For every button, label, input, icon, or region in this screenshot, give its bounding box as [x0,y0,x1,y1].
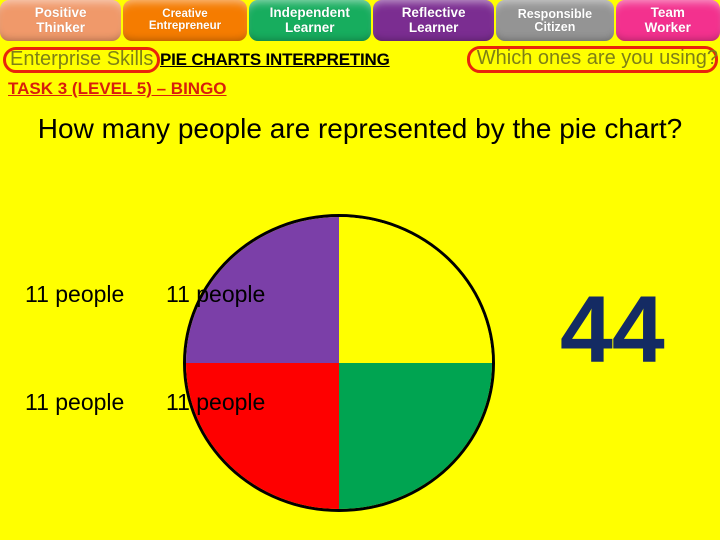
skill-button-label-line2: Worker [644,19,691,35]
skill-button-label-line1: Creative [162,7,208,20]
pie-slice-label-top-right: 11 people [166,281,266,307]
skill-button-label-line1: Reflective [401,5,466,21]
skill-button-responsible-citizen[interactable]: Responsible Citizen [496,0,614,41]
skill-button-positive-thinker[interactable]: Positive Thinker [0,0,122,41]
pie-slice-label-bottom-right: 11 people [166,389,266,415]
pie-slice-bottom-left [186,363,339,509]
pie-slice-top-right [339,217,492,363]
skill-button-label-line1: Independent [269,5,350,21]
page-title: PIE CHARTS INTERPRETING [160,50,390,69]
pie-slice-label-bottom-left: 11 people [25,389,125,415]
task-label: TASK 3 (LEVEL 5) – BINGO [8,79,227,98]
skill-button-label-line1: Positive [34,5,87,21]
skill-button-label-line2: Entrepreneur [148,19,222,32]
prompt-label: Which ones are you using? [476,47,718,69]
skill-button-team-worker[interactable]: Team Worker [615,0,720,41]
skill-button-label-line2: Learner [285,19,335,35]
pie-slice-bottom-right [339,363,492,509]
skill-button-label-line1: Team [650,5,685,21]
skill-button-label-line2: Citizen [534,19,576,34]
skill-button-label-line2: Thinker [36,19,86,35]
skill-button-bar: Positive Thinker Creative Entrepreneur I… [0,0,720,41]
answer-value: 44 [560,277,665,383]
pie-chart [183,214,495,512]
main-question: How many people are represented by the p… [37,113,683,144]
pie-chart-circle [183,214,495,512]
pie-slice-label-top-left: 11 people [25,281,125,307]
skill-button-label-line2: Learner [408,19,459,35]
skill-button-label-line1: Responsible [517,6,593,21]
skill-button-independent-learner[interactable]: Independent Learner [248,0,371,41]
skill-button-reflective-learner[interactable]: Reflective Learner [372,0,495,41]
skill-button-creative-entrepreneur[interactable]: Creative Entrepreneur [123,0,247,41]
